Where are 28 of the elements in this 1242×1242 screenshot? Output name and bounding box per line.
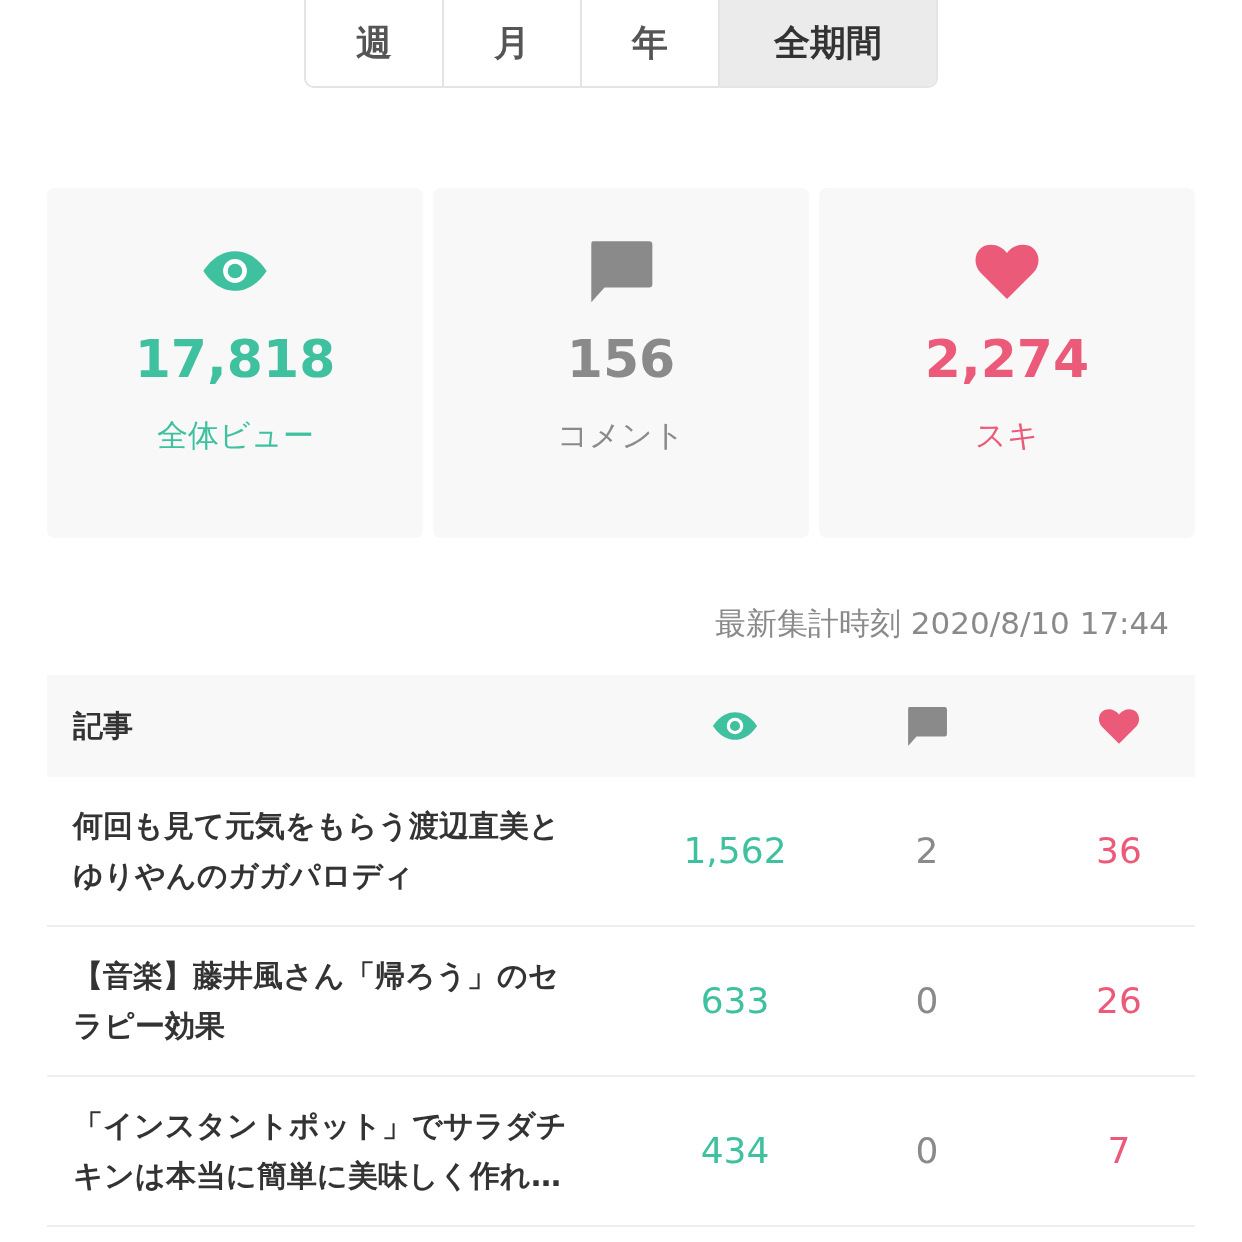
- article-title: 何回も見て元気をもらう渡辺直美とゆりやんのガガパロディ: [73, 806, 561, 895]
- article-title: 「インスタントポット」でサラダチキンは本当に簡単に美味しく作れ…: [73, 1106, 568, 1195]
- article-title: 【音楽】藤井風さん「帰ろう」のセラピー効果: [73, 956, 560, 1045]
- count-cell-text: 434: [700, 1128, 770, 1173]
- stat-value: 156: [566, 328, 676, 391]
- count-cell-text: 0: [915, 978, 939, 1023]
- heart-icon: [974, 243, 1040, 299]
- stat-label: スキ: [975, 416, 1039, 456]
- heart-icon: [1098, 707, 1140, 744]
- period-tab[interactable]: 全期間: [720, 0, 936, 86]
- period-tab[interactable]: 週: [306, 0, 444, 86]
- stat-label: コメント: [557, 416, 685, 456]
- eye-icon: [712, 711, 758, 740]
- count-cell-text: 2: [915, 828, 939, 873]
- count-cell-text: 7: [1107, 1128, 1131, 1173]
- speech-bubble-icon: [906, 704, 948, 747]
- column-header: 記事: [73, 708, 133, 743]
- updated-time: 最新集計時刻 2020/8/10 17:44: [715, 605, 1169, 641]
- count-cell-text: 26: [1096, 978, 1142, 1023]
- count-cell-text: 36: [1096, 828, 1142, 873]
- count-cell-text: 633: [700, 978, 770, 1023]
- count-cell-text: 0: [915, 1128, 939, 1173]
- count-cell-text: 1,562: [683, 828, 787, 873]
- eye-icon: [202, 251, 268, 291]
- stat-value: 17,818: [134, 328, 336, 391]
- speech-bubble-icon: [588, 238, 654, 304]
- stat-value: 2,274: [924, 328, 1090, 391]
- stat-label: 全体ビュー: [156, 416, 314, 456]
